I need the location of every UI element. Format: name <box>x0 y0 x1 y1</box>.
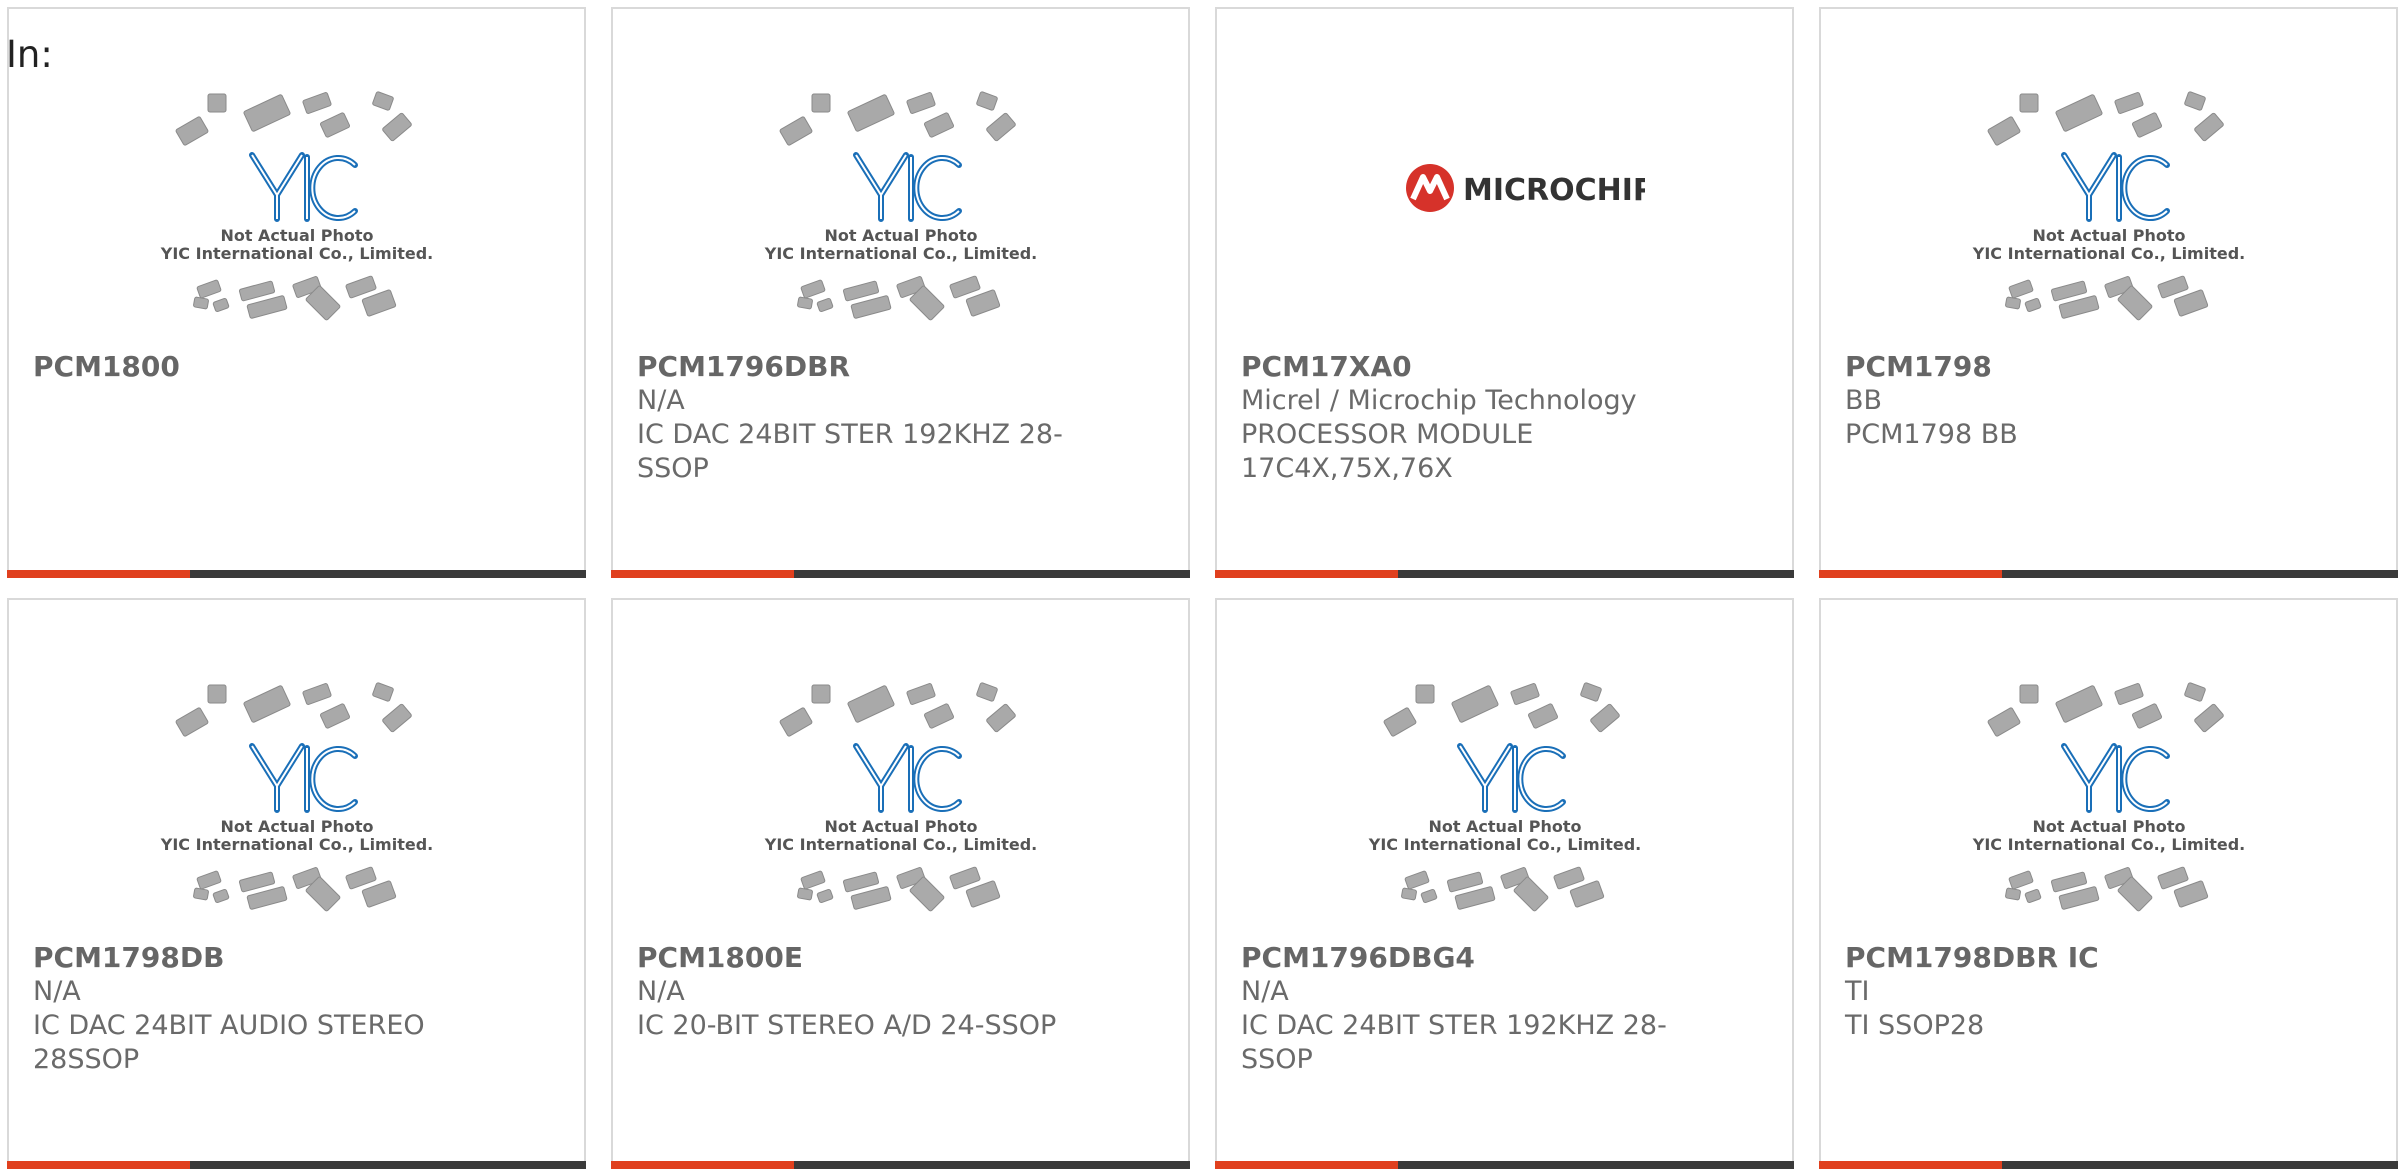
yic-placeholder-icon: Not Actual PhotoYIC International Co., L… <box>763 91 1037 321</box>
placeholder-text-line2: YIC International Co., Limited. <box>1367 835 1640 854</box>
card-accent-bar <box>1819 570 2002 578</box>
part-number[interactable]: PCM17XA0 <box>1241 350 1671 384</box>
card-accent-bar <box>7 1161 190 1169</box>
yic-placeholder-icon: Not Actual PhotoYIC International Co., L… <box>159 91 433 321</box>
card-bottom-bar <box>7 570 586 578</box>
placeholder-text-line1: Not Actual Photo <box>2032 817 2185 836</box>
manufacturer: N/A <box>637 385 685 416</box>
yic-placeholder-icon: Not Actual PhotoYIC International Co., L… <box>763 682 1037 912</box>
description: IC DAC 24BIT AUDIO STEREO 28SSOP <box>33 1010 425 1075</box>
placeholder-text-line1: Not Actual Photo <box>220 226 373 245</box>
placeholder-text-line1: Not Actual Photo <box>824 817 977 836</box>
card-accent-bar <box>611 1161 794 1169</box>
description: IC DAC 24BIT STER 192KHZ 28-SSOP <box>637 419 1063 484</box>
product-image: Not Actual Photo YIC International Co., L… <box>9 682 584 942</box>
manufacturer: Micrel / Microchip Technology <box>1241 385 1637 416</box>
part-number[interactable]: PCM1798DB <box>33 941 463 975</box>
product-image: MICROCHIP <box>1217 91 1792 351</box>
card-bottom-bar <box>611 1161 1190 1169</box>
part-number[interactable]: PCM1798DBR IC <box>1845 941 2275 975</box>
product-card[interactable]: Not Actual Photo YIC International Co., L… <box>1819 598 2398 1169</box>
page-label: In: <box>6 33 53 76</box>
part-number[interactable]: PCM1798 <box>1845 350 2275 384</box>
card-bottom-bar <box>1215 1161 1794 1169</box>
placeholder-text-line1: Not Actual Photo <box>824 226 977 245</box>
product-info: PCM1800 <box>33 350 463 384</box>
placeholder-text-line1: Not Actual Photo <box>1428 817 1581 836</box>
product-card[interactable]: Not Actual Photo YIC International Co., L… <box>7 7 586 578</box>
placeholder-text-line1: Not Actual Photo <box>2032 226 2185 245</box>
product-card[interactable]: Not Actual Photo YIC International Co., L… <box>611 7 1190 578</box>
card-bottom-bar <box>611 570 1190 578</box>
part-number[interactable]: PCM1800E <box>637 941 1067 975</box>
product-image: Not Actual Photo YIC International Co., L… <box>613 682 1188 942</box>
yic-placeholder-icon: Not Actual PhotoYIC International Co., L… <box>1971 682 2245 912</box>
product-info: PCM1796DBG4 N/A IC DAC 24BIT STER 192KHZ… <box>1241 941 1671 1077</box>
manufacturer: N/A <box>33 976 81 1007</box>
product-card[interactable]: Not Actual Photo YIC International Co., L… <box>1215 598 1794 1169</box>
yic-placeholder-icon: Not Actual PhotoYIC International Co., L… <box>159 682 433 912</box>
manufacturer: N/A <box>637 976 685 1007</box>
yic-placeholder-icon: Not Actual PhotoYIC International Co., L… <box>1367 682 1641 912</box>
card-bottom-bar <box>7 1161 586 1169</box>
placeholder-text-line1: Not Actual Photo <box>220 817 373 836</box>
description: IC DAC 24BIT STER 192KHZ 28-SSOP <box>1241 1010 1667 1075</box>
part-number[interactable]: PCM1796DBG4 <box>1241 941 1671 975</box>
product-card[interactable]: Not Actual Photo YIC International Co., L… <box>1819 7 2398 578</box>
card-bottom-bar <box>1819 1161 2398 1169</box>
placeholder-text-line2: YIC International Co., Limited. <box>159 835 432 854</box>
product-image: Not Actual Photo YIC International Co., L… <box>613 91 1188 351</box>
microchip-logo-text: MICROCHIP <box>1463 173 1645 208</box>
placeholder-text-line2: YIC International Co., Limited. <box>1971 244 2244 263</box>
placeholder-text-line2: YIC International Co., Limited. <box>1971 835 2244 854</box>
manufacturer: TI <box>1845 976 1870 1007</box>
product-info: PCM1800E N/A IC 20-BIT STEREO A/D 24-SSO… <box>637 941 1067 1043</box>
product-info: PCM17XA0 Micrel / Microchip Technology P… <box>1241 350 1671 486</box>
card-accent-bar <box>1215 570 1398 578</box>
part-number[interactable]: PCM1796DBR <box>637 350 1067 384</box>
part-number[interactable]: PCM1800 <box>33 350 463 384</box>
microchip-logo-icon: MICROCHIP <box>1405 164 1645 212</box>
placeholder-text-line2: YIC International Co., Limited. <box>763 835 1036 854</box>
product-card[interactable]: Not Actual Photo YIC International Co., L… <box>7 598 586 1169</box>
card-bottom-bar <box>1819 570 2398 578</box>
card-accent-bar <box>611 570 794 578</box>
description: PROCESSOR MODULE 17C4X,75X,76X <box>1241 419 1534 484</box>
product-card[interactable]: MICROCHIP PCM17XA0 Micrel / Microchip Te… <box>1215 7 1794 578</box>
product-card[interactable]: Not Actual Photo YIC International Co., L… <box>611 598 1190 1169</box>
card-accent-bar <box>1819 1161 2002 1169</box>
manufacturer: BB <box>1845 385 1883 416</box>
description: PCM1798 BB <box>1845 419 2018 450</box>
product-info: PCM1798DBR IC TI TI SSOP28 <box>1845 941 2275 1043</box>
product-info: PCM1798 BB PCM1798 BB <box>1845 350 2275 452</box>
product-grid: Not Actual Photo YIC International Co., L… <box>7 7 2400 1169</box>
product-image: Not Actual Photo YIC International Co., L… <box>1821 91 2396 351</box>
card-accent-bar <box>7 570 190 578</box>
manufacturer: N/A <box>1241 976 1289 1007</box>
product-image: Not Actual Photo YIC International Co., L… <box>9 91 584 351</box>
card-bottom-bar <box>1215 570 1794 578</box>
product-info: PCM1796DBR N/A IC DAC 24BIT STER 192KHZ … <box>637 350 1067 486</box>
placeholder-text-line2: YIC International Co., Limited. <box>763 244 1036 263</box>
product-image: Not Actual Photo YIC International Co., L… <box>1217 682 1792 942</box>
placeholder-text-line2: YIC International Co., Limited. <box>159 244 432 263</box>
product-info: PCM1798DB N/A IC DAC 24BIT AUDIO STEREO … <box>33 941 463 1077</box>
card-accent-bar <box>1215 1161 1398 1169</box>
product-image: Not Actual Photo YIC International Co., L… <box>1821 682 2396 942</box>
yic-placeholder-icon: Not Actual PhotoYIC International Co., L… <box>1971 91 2245 321</box>
description: TI SSOP28 <box>1845 1010 1985 1041</box>
description: IC 20-BIT STEREO A/D 24-SSOP <box>637 1010 1057 1041</box>
